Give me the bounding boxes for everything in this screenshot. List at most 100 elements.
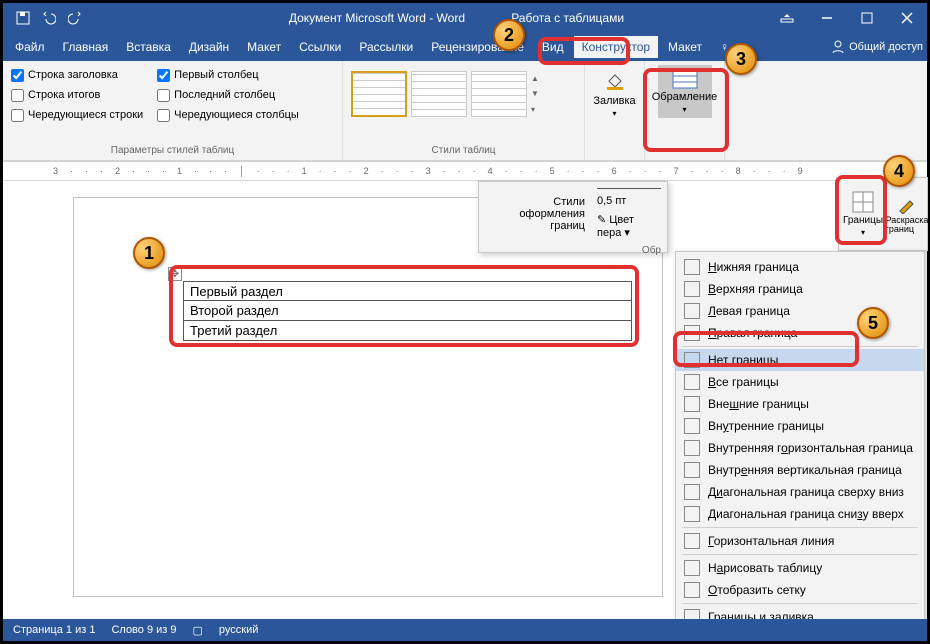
borders-menu-item[interactable]: Все границы xyxy=(676,371,924,393)
tab-home[interactable]: Главная xyxy=(55,36,117,58)
borders-menu-item-label: Все границы xyxy=(708,375,779,389)
borders-menu-item[interactable]: Отобразить сетку xyxy=(676,579,924,601)
border-type-icon xyxy=(684,560,700,576)
borders-menu-item[interactable]: Нарисовать таблицу xyxy=(676,557,924,579)
borders-menu-item[interactable]: Диагональная граница сверху вниз xyxy=(676,481,924,503)
border-type-icon xyxy=(684,440,700,456)
shading-button[interactable]: Заливка ▾ xyxy=(588,65,642,122)
borders-menu-item-label: Нет границы xyxy=(708,353,778,367)
borders-menu-item[interactable]: Внутренняя горизонтальная граница xyxy=(676,437,924,459)
table-style-swatch[interactable] xyxy=(411,71,467,117)
group-label-style-options: Параметры стилей таблиц xyxy=(11,145,334,156)
borders-dropdown[interactable]: Границы ▾ xyxy=(839,178,887,250)
menu-separator xyxy=(682,346,918,347)
callout-1: 1 xyxy=(133,237,165,269)
title-bar: Документ Microsoft Word - Word Работа с … xyxy=(3,3,927,33)
tab-mailings[interactable]: Рассылки xyxy=(351,36,421,58)
maximize-icon[interactable] xyxy=(847,3,887,33)
bucket-icon xyxy=(603,69,627,93)
borders-menu-item-label: Диагональная граница сверху вниз xyxy=(708,485,904,499)
border-type-icon xyxy=(684,533,700,549)
borders-menu-item[interactable]: Внутренние границы xyxy=(676,415,924,437)
group-label-table-styles: Стили таблиц xyxy=(351,145,576,156)
borders-tools-popout: Границы ▾ Раскраска границ xyxy=(838,177,928,251)
ruler[interactable]: 3···2···1···│···1···2···3···4···5···6···… xyxy=(3,161,927,181)
borders-menu-item[interactable]: Внешние границы xyxy=(676,393,924,415)
status-page[interactable]: Страница 1 из 1 xyxy=(13,624,95,636)
borders-menu-item-label: Левая граница xyxy=(708,304,790,318)
pen-color-dropdown[interactable]: ✎ Цвет пера ▾ xyxy=(597,213,661,239)
minimize-icon[interactable] xyxy=(807,3,847,33)
borders-menu-item[interactable]: Внутренняя вертикальная граница xyxy=(676,459,924,481)
border-painter-button[interactable]: Раскраска границ xyxy=(887,178,927,250)
callout-3: 3 xyxy=(725,43,757,75)
brush-icon xyxy=(897,194,917,214)
close-icon[interactable] xyxy=(887,3,927,33)
borders-menu: Нижняя граница Верхняя граница Левая грани… xyxy=(675,251,925,633)
check-total-row[interactable]: Строка итогов xyxy=(11,85,143,105)
table-row[interactable]: Третий раздел xyxy=(183,321,632,341)
border-type-icon xyxy=(684,418,700,434)
table-style-swatch[interactable] xyxy=(351,71,407,117)
save-icon[interactable] xyxy=(13,8,33,28)
tab-design[interactable]: Дизайн xyxy=(181,36,237,58)
check-banded-cols[interactable]: Чередующиеся столбцы xyxy=(157,105,299,125)
callout-4: 4 xyxy=(883,155,915,187)
status-bar: Страница 1 из 1 Слово 9 из 9 ▢ русский xyxy=(3,619,927,641)
border-type-icon xyxy=(684,484,700,500)
check-banded-rows[interactable]: Чередующиеся строки xyxy=(11,105,143,125)
tab-table-layout[interactable]: Макет xyxy=(660,36,710,58)
table-row[interactable]: Первый раздел xyxy=(183,281,632,301)
status-proof-icon[interactable]: ▢ xyxy=(193,624,203,637)
table-styles-gallery[interactable]: ▲▼▾ xyxy=(351,65,576,123)
line-weight-dropdown[interactable]: 0,5 пт xyxy=(597,195,661,207)
border-type-icon xyxy=(684,582,700,598)
check-first-col[interactable]: Первый столбец xyxy=(157,65,299,85)
borders-menu-item-label: Нижняя граница xyxy=(708,260,799,274)
tab-references[interactable]: Ссылки xyxy=(291,36,349,58)
callout-5: 5 xyxy=(857,307,889,339)
borders-menu-item[interactable]: Горизонтальная линия xyxy=(676,530,924,552)
borders-menu-item-label: Горизонтальная линия xyxy=(708,534,834,548)
check-last-col[interactable]: Последний столбец xyxy=(157,85,299,105)
share-label: Общий доступ xyxy=(849,41,923,53)
borders-menu-item[interactable]: Диагональная граница снизу вверх xyxy=(676,503,924,525)
ribbon: Строка заголовка Строка итогов Чередующи… xyxy=(3,61,927,161)
table-row[interactable]: Второй раздел xyxy=(183,301,632,321)
borders-menu-item-label: Диагональная граница снизу вверх xyxy=(708,507,904,521)
share-button[interactable]: Общий доступ xyxy=(831,40,923,54)
menu-separator xyxy=(682,554,918,555)
border-styles-label[interactable]: Стили оформления границ xyxy=(485,196,585,232)
tab-view[interactable]: Вид xyxy=(534,36,572,58)
borders-menu-item-label: Верхняя граница xyxy=(708,282,803,296)
grid-icon xyxy=(852,191,874,213)
ribbon-options-icon[interactable] xyxy=(767,3,807,33)
status-language[interactable]: русский xyxy=(219,624,258,636)
borders-label: Обрамление xyxy=(652,91,718,103)
menu-separator xyxy=(682,527,918,528)
border-type-icon xyxy=(684,352,700,368)
border-type-icon xyxy=(684,506,700,522)
tab-file[interactable]: Файл xyxy=(7,36,53,58)
shading-label: Заливка xyxy=(593,95,635,107)
redo-icon[interactable] xyxy=(65,8,85,28)
check-header-row[interactable]: Строка заголовка xyxy=(11,65,143,85)
line-style-sample[interactable] xyxy=(597,188,661,189)
tab-layout[interactable]: Макет xyxy=(239,36,289,58)
document-table[interactable]: Первый раздел Второй раздел Третий разде… xyxy=(183,281,632,341)
borders-menu-item-label: Внешние границы xyxy=(708,397,809,411)
border-type-icon xyxy=(684,281,700,297)
table-style-swatch[interactable] xyxy=(471,71,527,117)
borders-menu-item[interactable]: Верхняя граница xyxy=(676,278,924,300)
table-move-handle-icon[interactable]: ✥ xyxy=(168,267,182,281)
border-type-icon xyxy=(684,462,700,478)
tab-insert[interactable]: Вставка xyxy=(118,36,179,58)
borders-button[interactable]: Обрамление ▾ xyxy=(658,65,712,118)
tab-table-design[interactable]: Конструктор xyxy=(574,36,658,58)
borders-menu-item[interactable]: Нет границы xyxy=(676,349,924,371)
undo-icon[interactable] xyxy=(39,8,59,28)
status-words[interactable]: Слово 9 из 9 xyxy=(111,624,176,636)
borders-menu-item[interactable]: Нижняя граница xyxy=(676,256,924,278)
callout-2: 2 xyxy=(493,19,525,51)
window-title: Документ Microsoft Word - Word xyxy=(289,11,465,25)
